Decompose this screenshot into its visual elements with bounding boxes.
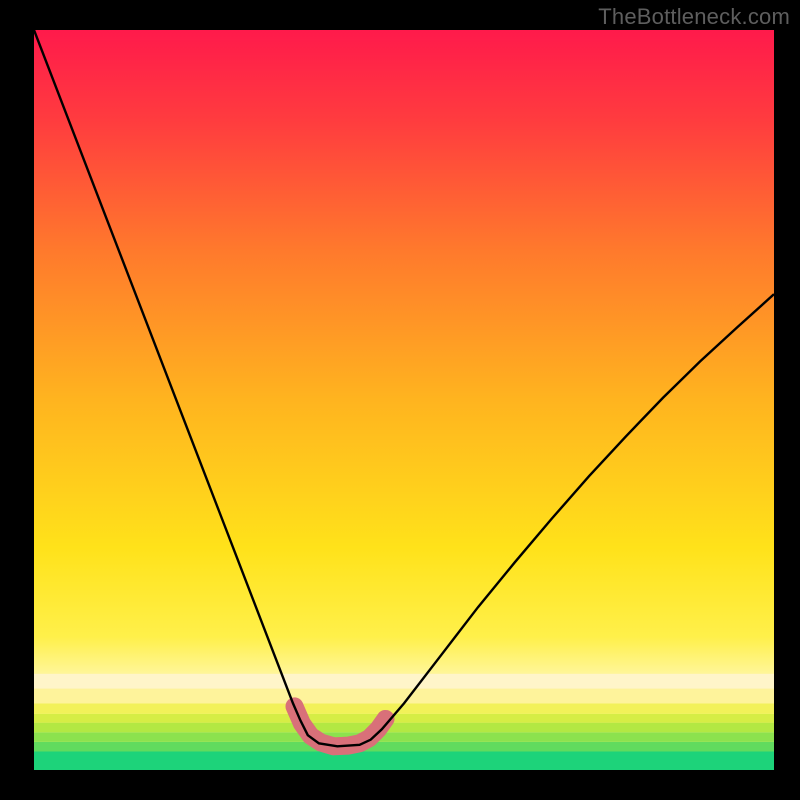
gradient-background: [34, 30, 774, 770]
chart-frame: TheBottleneck.com: [0, 0, 800, 800]
chart-plot: [34, 30, 774, 770]
bottom-color-bands: [34, 674, 774, 770]
watermark-text: TheBottleneck.com: [598, 4, 790, 30]
